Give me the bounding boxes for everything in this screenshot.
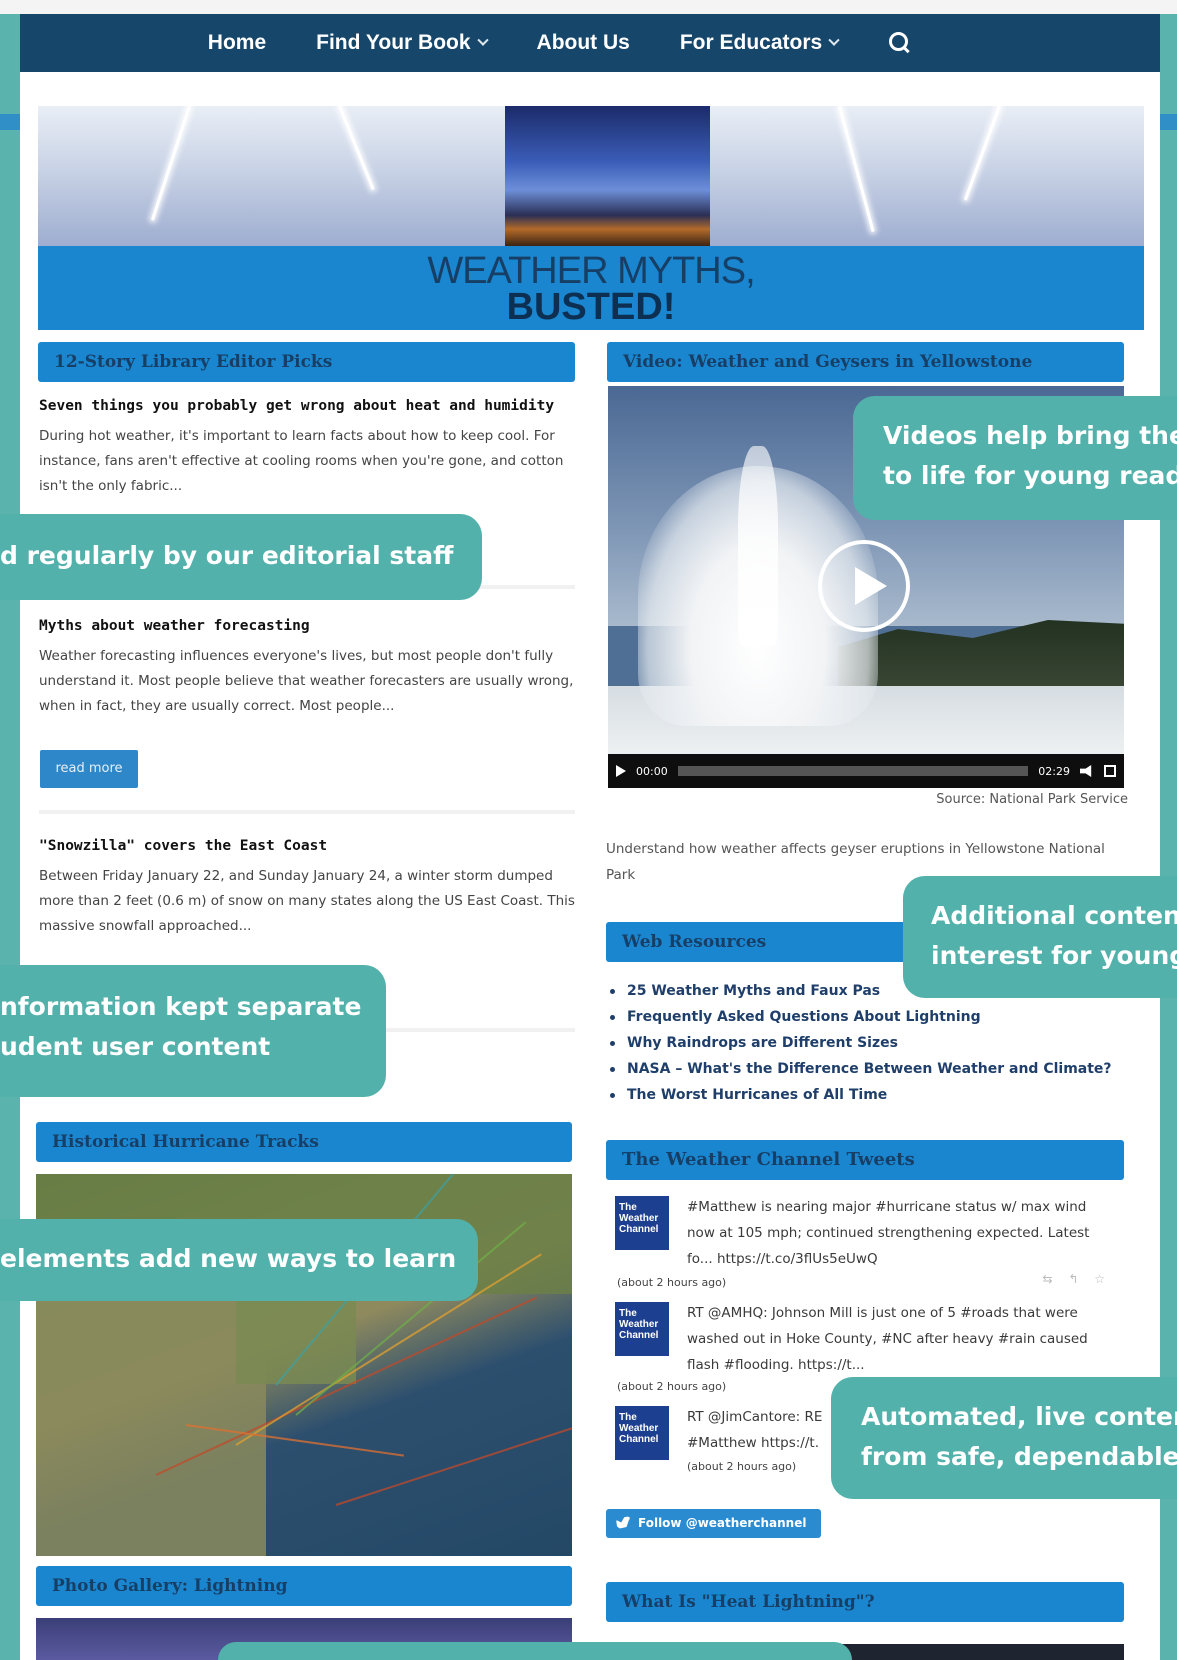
banner-subtitle: BUSTED! [506, 286, 676, 328]
play-icon[interactable] [818, 540, 910, 632]
article-title[interactable]: Myths about weather forecasting [39, 618, 575, 634]
hurricane-tracks-heading: Historical Hurricane Tracks [36, 1122, 572, 1162]
editor-picks-heading: 12-Story Library Editor Picks [38, 342, 575, 382]
chevron-down-icon [476, 34, 489, 46]
photo-gallery-heading: Photo Gallery: Lightning [36, 1566, 572, 1606]
article-excerpt: During hot weather, it's important to le… [39, 428, 564, 494]
callout-videos: Videos help bring the to life for young r… [853, 396, 1177, 520]
geyser-jet [738, 446, 778, 646]
weather-channel-logo: The Weather Channel [615, 1196, 669, 1250]
play-small-icon[interactable] [616, 765, 626, 777]
resource-link[interactable]: NASA – What's the Difference Between Wea… [610, 1056, 1112, 1082]
video-heading: Video: Weather and Geysers in Yellowston… [607, 342, 1124, 382]
article-item: "Snowzilla" covers the East Coast Betwee… [39, 838, 575, 939]
tweet-action-icons[interactable]: ⇆ ↰ ☆ [1043, 1272, 1112, 1286]
weather-channel-logo: The Weather Channel [615, 1302, 669, 1356]
nav-about-us[interactable]: About Us [537, 31, 630, 55]
resource-link[interactable]: The Worst Hurricanes of All Time [610, 1082, 1112, 1108]
tweet-time: (about 2 hours ago) [617, 1380, 727, 1393]
storm-track [335, 1417, 572, 1506]
callout-bottom [218, 1642, 852, 1660]
search-icon[interactable] [888, 31, 912, 55]
page-accent-left [0, 114, 22, 130]
banner-title: WEATHER MYTHS, [427, 250, 755, 292]
article-title[interactable]: Seven things you probably get wrong abou… [39, 398, 575, 414]
map-land [36, 1284, 266, 1556]
fullscreen-icon[interactable] [1104, 765, 1116, 777]
volume-icon[interactable] [1080, 765, 1092, 777]
tweet-time: (about 2 hours ago) [617, 1276, 727, 1289]
weather-channel-logo: The Weather Channel [615, 1406, 669, 1460]
divider [39, 810, 575, 814]
nav-find-your-book[interactable]: Find Your Book [316, 31, 489, 55]
video-source: Source: National Park Service [936, 792, 1128, 807]
nav-home[interactable]: Home [208, 31, 266, 55]
tweets-heading: The Weather Channel Tweets [606, 1140, 1124, 1180]
callout-automated: Automated, live conter from safe, dependa… [831, 1377, 1177, 1499]
hero-banner: WEATHER MYTHS, BUSTED! [38, 106, 1144, 330]
twitter-bird-icon [616, 1516, 631, 1529]
nav-for-educators[interactable]: For Educators [680, 31, 840, 55]
article-item: Myths about weather forecasting Weather … [39, 618, 575, 719]
callout-editorial: d regularly by our editorial staff [0, 514, 482, 600]
video-time-total: 02:29 [1038, 764, 1070, 778]
callout-elements: elements add new ways to learn [0, 1219, 478, 1301]
resource-link[interactable]: Why Raindrops are Different Sizes [610, 1030, 1112, 1056]
video-progress-track[interactable] [677, 766, 1029, 776]
resource-link[interactable]: Frequently Asked Questions About Lightni… [610, 1004, 1112, 1030]
tweet-time: (about 2 hours ago) [687, 1460, 797, 1473]
callout-additional: Additional conten interest for young [903, 876, 1177, 998]
banner-photo [505, 106, 710, 246]
tweet-text[interactable]: #Matthew is nearing major #hurricane sta… [687, 1194, 1117, 1272]
read-more-button[interactable]: read more [40, 750, 138, 788]
video-time-current: 00:00 [636, 764, 668, 778]
tweet-text[interactable]: RT @AMHQ: Johnson Mill is just one of 5 … [687, 1300, 1117, 1378]
web-resources-heading: Web Resources [606, 922, 936, 962]
top-strip [0, 0, 1177, 14]
callout-separate: nformation kept separate udent user conte… [0, 965, 386, 1097]
follow-button[interactable]: Follow @weatherchannel [606, 1509, 821, 1538]
main-nav: Home Find Your Book About Us For Educato… [20, 14, 1160, 72]
article-excerpt: Between Friday January 22, and Sunday Ja… [39, 868, 575, 934]
article-excerpt: Weather forecasting influences everyone'… [39, 648, 574, 714]
article-item: Seven things you probably get wrong abou… [39, 398, 575, 499]
chevron-down-icon [828, 34, 840, 46]
video-controls: 00:00 02:29 [608, 754, 1124, 788]
article-title[interactable]: "Snowzilla" covers the East Coast [39, 838, 575, 854]
heat-lightning-heading: What Is "Heat Lightning"? [606, 1582, 1124, 1622]
